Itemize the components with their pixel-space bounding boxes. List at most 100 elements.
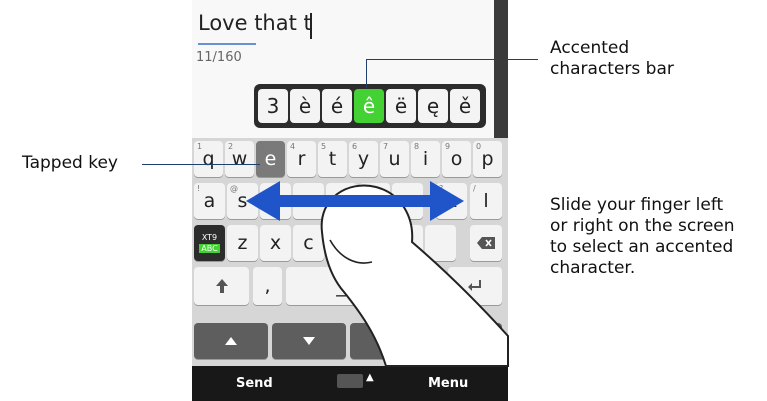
key-m[interactable] <box>425 225 456 261</box>
accent-char-key[interactable]: ě <box>450 89 480 123</box>
key-label: p <box>481 148 494 170</box>
comma-key[interactable]: , <box>253 267 282 305</box>
key-q[interactable]: 1q <box>194 141 223 177</box>
key-label: r <box>297 148 306 170</box>
key-sub: 2 <box>228 142 234 151</box>
key-label: y <box>357 148 370 170</box>
key-sub: 0 <box>476 142 482 151</box>
key-r[interactable]: 4r <box>287 141 316 177</box>
label-line: Slide your finger left <box>550 195 724 215</box>
xt9-label: XT9 <box>201 233 218 242</box>
word-underline <box>198 43 256 45</box>
key-c[interactable]: c <box>293 225 324 261</box>
enter-key[interactable] <box>448 267 502 305</box>
key-s[interactable]: @ s <box>227 183 258 219</box>
on-screen-keyboard: 1q 2w 3e 4r 5t 6y 7u 8i 9o 0p ! a @ s ? k /… <box>192 138 508 366</box>
abc-label: ABC <box>199 244 220 253</box>
key-sub: ! <box>197 184 201 193</box>
accent-char-key[interactable]: ę <box>418 89 448 123</box>
key-n[interactable] <box>392 225 423 261</box>
key-d[interactable] <box>260 183 291 219</box>
keyboard-menu-arrow-icon[interactable]: ▲ <box>366 372 374 383</box>
key-label: o <box>450 148 463 170</box>
key-sub: @ <box>230 184 238 193</box>
key-p[interactable]: 0p <box>473 141 502 177</box>
key-h[interactable] <box>359 183 390 219</box>
key-z[interactable]: z <box>227 225 258 261</box>
key-label: a <box>203 190 216 212</box>
character-count: 11/160 <box>196 50 242 65</box>
key-x[interactable]: x <box>260 225 291 261</box>
scrollbar[interactable] <box>494 0 508 148</box>
key-label: l <box>483 190 489 212</box>
key-k[interactable]: ? k <box>436 183 467 219</box>
key-label: u <box>388 148 401 170</box>
key-o[interactable]: 9o <box>442 141 471 177</box>
key-label: i <box>422 148 429 170</box>
send-softkey[interactable]: Send <box>236 376 273 391</box>
key-label: z <box>237 232 248 254</box>
nav-left-button[interactable] <box>350 323 424 359</box>
key-sub: 4 <box>290 142 296 151</box>
key-g[interactable] <box>326 183 357 219</box>
key-label: x <box>269 232 282 254</box>
key-l[interactable]: / l <box>470 183 502 219</box>
key-y[interactable]: 6y <box>349 141 378 177</box>
nav-right-button[interactable] <box>428 323 502 359</box>
key-sub: 3 <box>259 142 265 151</box>
key-u[interactable]: 7u <box>380 141 409 177</box>
key-sub: 7 <box>383 142 389 151</box>
key-label: t <box>328 148 337 170</box>
key-label: w <box>231 148 248 170</box>
key-sub: 1 <box>197 142 203 151</box>
text-cursor <box>310 13 312 39</box>
slide-instruction-label: Slide your finger left or right on the s… <box>550 195 735 279</box>
key-b[interactable] <box>359 225 390 261</box>
up-arrow-icon <box>225 337 237 345</box>
space-key[interactable]: _ <box>286 267 396 305</box>
key-a[interactable]: ! a <box>194 183 225 219</box>
message-text[interactable]: Love that t <box>198 11 312 35</box>
backspace-key[interactable] <box>470 225 502 261</box>
key-sub: ? <box>439 184 444 193</box>
label-line: to select an accented <box>550 237 734 257</box>
xt9-abc-toggle-button[interactable]: XT9 ABC <box>194 225 225 261</box>
label-line: Accented <box>550 38 630 58</box>
key-sub: 8 <box>414 142 420 151</box>
key-label: _ <box>336 275 346 297</box>
right-arrow-icon <box>461 335 469 347</box>
menu-softkey[interactable]: Menu <box>428 376 468 391</box>
tapped-key-leader-line <box>142 164 260 165</box>
accent-char-key[interactable]: é <box>322 89 352 123</box>
key-sub: 9 <box>445 142 451 151</box>
key-label: q <box>202 148 215 170</box>
accent-char-key-selected[interactable]: ê <box>354 89 384 123</box>
accent-bar-leader-line <box>366 59 538 60</box>
keyboard-icon[interactable] <box>337 374 363 388</box>
left-arrow-icon <box>383 335 391 347</box>
nav-up-button[interactable] <box>194 323 268 359</box>
label-line: characters bar <box>550 59 674 79</box>
enter-icon <box>468 280 481 291</box>
key-v[interactable] <box>326 225 357 261</box>
key-i[interactable]: 8i <box>411 141 440 177</box>
key-w[interactable]: 2w <box>225 141 254 177</box>
key-label: c <box>303 232 314 254</box>
key-label: k <box>445 190 457 212</box>
key-j[interactable] <box>392 183 423 219</box>
shift-icon <box>215 279 228 293</box>
softkey-bar: Send ▲ Menu <box>192 366 508 401</box>
accent-char-key[interactable]: è <box>290 89 320 123</box>
label-line: character. <box>550 258 636 278</box>
label-line: or right on the screen <box>550 216 735 236</box>
accent-char-key[interactable]: ë <box>386 89 416 123</box>
period-key[interactable] <box>400 267 444 305</box>
key-t[interactable]: 5t <box>318 141 347 177</box>
down-arrow-icon <box>303 337 315 345</box>
accent-char-key[interactable]: 3 <box>258 89 288 123</box>
shift-key[interactable] <box>194 267 249 305</box>
nav-down-button[interactable] <box>272 323 346 359</box>
key-sub: 6 <box>352 142 358 151</box>
key-e-tapped[interactable]: 3e <box>256 141 285 177</box>
key-f[interactable] <box>293 183 324 219</box>
